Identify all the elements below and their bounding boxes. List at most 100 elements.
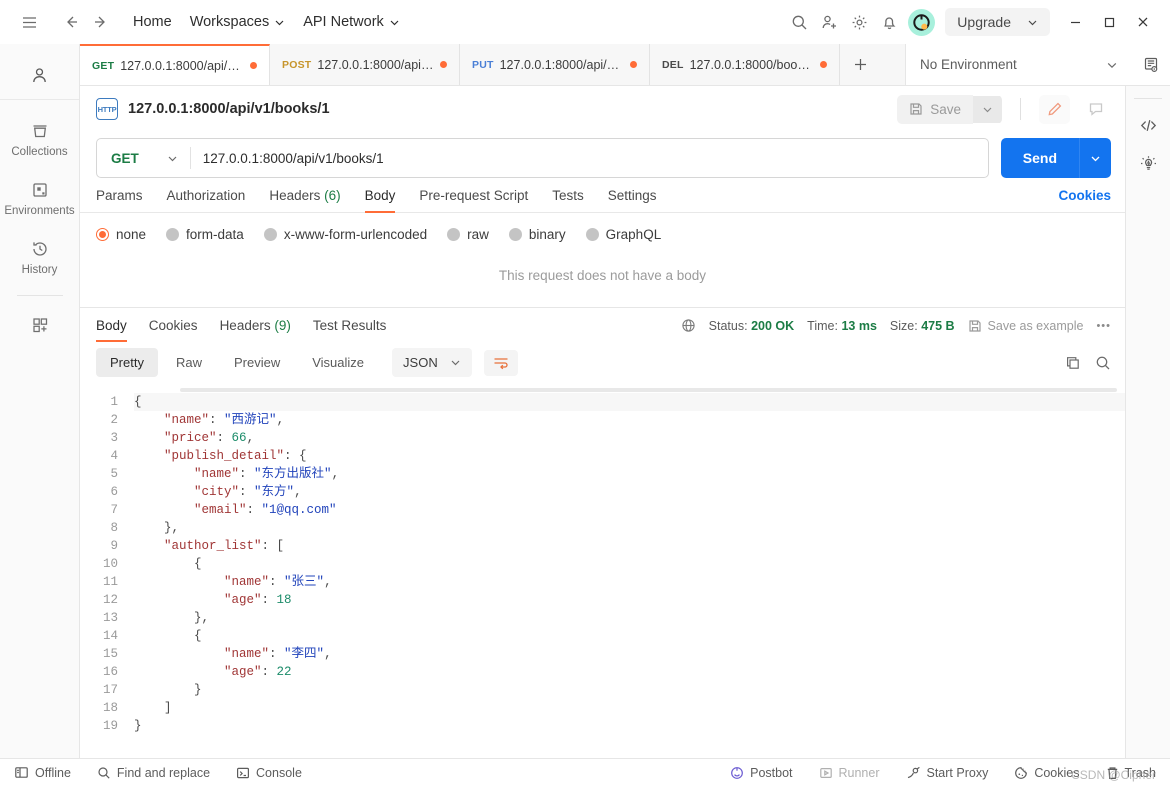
environment-quick-look-icon[interactable] [1132, 56, 1170, 74]
sidebar-item-new[interactable] [9, 306, 71, 342]
response-tab-cookies[interactable]: Cookies [149, 318, 198, 342]
edit-pencil-icon[interactable] [1039, 94, 1070, 124]
response-tab-body[interactable]: Body [96, 318, 127, 342]
radio-selected-icon [96, 228, 109, 241]
code-token: "publish_detail" [164, 449, 285, 463]
request-tab-3[interactable]: DEL 127.0.0.1:8000/books/7 [650, 44, 840, 85]
view-preview-button[interactable]: Preview [220, 348, 294, 377]
response-code-area[interactable]: { "name": "西游记", "price": 66, "publish_d… [126, 385, 1125, 758]
code-token: { [134, 395, 142, 409]
environment-selector[interactable]: No Environment [906, 57, 1132, 72]
response-tab-test-results[interactable]: Test Results [313, 318, 387, 342]
forward-arrow-icon[interactable] [86, 7, 116, 37]
url-input[interactable] [190, 150, 988, 166]
body-type-binary[interactable]: binary [508, 227, 566, 242]
nav-home[interactable]: Home [124, 9, 181, 35]
new-tab-button[interactable] [840, 44, 880, 85]
right-rail-divider [1134, 98, 1162, 99]
body-type-urlencoded[interactable]: x-www-form-urlencoded [263, 227, 427, 242]
response-more-button[interactable]: ••• [1096, 320, 1111, 332]
find-and-replace-button[interactable]: Find and replace [93, 763, 214, 783]
tab-headers-label: Headers [269, 188, 321, 203]
console-button[interactable]: Console [232, 763, 306, 783]
avatar[interactable] [908, 8, 936, 36]
response-format-selector[interactable]: JSON [392, 348, 472, 377]
response-tab-headers[interactable]: Headers (9) [220, 318, 291, 342]
body-type-form-data[interactable]: form-data [166, 227, 244, 242]
send-button[interactable]: Send [1000, 138, 1079, 178]
tab-pre-request-script[interactable]: Pre-request Script [419, 188, 528, 212]
line-number: 11 [102, 575, 118, 589]
request-section-tabs: Params Authorization Headers (6) Body Pr… [80, 178, 1125, 213]
method-selector[interactable]: GET [97, 151, 190, 166]
hamburger-menu-icon[interactable] [14, 7, 44, 37]
invite-user-icon[interactable] [814, 7, 844, 37]
trash-button[interactable]: Trash [1102, 763, 1161, 783]
save-button[interactable]: Save [897, 94, 973, 124]
upgrade-button[interactable]: Upgrade [945, 8, 1050, 36]
tab-authorization[interactable]: Authorization [167, 188, 246, 212]
search-icon[interactable] [784, 7, 814, 37]
tab-settings[interactable]: Settings [608, 188, 657, 212]
start-proxy-button[interactable]: Start Proxy [902, 763, 993, 783]
code-snippet-icon[interactable] [1132, 109, 1164, 141]
save-dropdown-button[interactable] [973, 95, 1002, 123]
response-pane: Body Cookies Headers (9) Test Results St… [80, 307, 1125, 758]
view-visualize-button[interactable]: Visualize [298, 348, 378, 377]
back-arrow-icon[interactable] [56, 7, 86, 37]
response-tab-headers-count: (9) [274, 318, 291, 333]
runner-button[interactable]: Runner [815, 763, 884, 783]
response-body-viewer[interactable]: 1 2 3 4 5 6 7 8 9 10 11 12 13 14 15 16 17 18 19 { "name": … [80, 385, 1125, 758]
search-icon[interactable] [1095, 355, 1111, 371]
sidebar-user-icon[interactable] [0, 52, 79, 100]
toggle-sidebar-button[interactable]: Offline [10, 762, 75, 783]
header-divider [1020, 98, 1021, 120]
nav-workspaces[interactable]: Workspaces [181, 9, 295, 35]
sidebar-item-history[interactable]: History [9, 230, 71, 283]
left-sidebar: Collections Environments History [0, 44, 80, 758]
comment-icon[interactable] [1080, 95, 1111, 124]
response-view-bar: Pretty Raw Preview Visualize JSON [80, 342, 1125, 385]
window-close-button[interactable] [1126, 7, 1160, 37]
send-dropdown-button[interactable] [1079, 138, 1111, 178]
copy-icon[interactable] [1065, 355, 1081, 371]
sidebar-item-collections[interactable]: Collections [9, 112, 71, 165]
request-tab-0[interactable]: GET 127.0.0.1:8000/api/v1/b [80, 44, 270, 85]
nav-api-network[interactable]: API Network [294, 9, 409, 35]
code-line: "name": "李四", [134, 645, 1125, 663]
code-token: : [239, 467, 255, 481]
horizontal-scrollbar[interactable] [180, 388, 1117, 392]
notifications-bell-icon[interactable] [874, 7, 904, 37]
window-maximize-button[interactable] [1092, 7, 1126, 37]
body-type-none[interactable]: none [96, 227, 146, 242]
window-minimize-button[interactable] [1058, 7, 1092, 37]
body-type-raw[interactable]: raw [447, 227, 489, 242]
status-bar-right: Postbot Runner Start Proxy Cookies Trash [726, 763, 1160, 783]
code-lines: { "name": "西游记", "price": 66, "publish_d… [134, 393, 1125, 735]
code-token: "西游记" [224, 413, 277, 427]
globe-icon[interactable] [681, 318, 696, 333]
save-as-example-button[interactable]: Save as example [968, 318, 1084, 333]
request-cookies-link[interactable]: Cookies [1058, 188, 1111, 212]
tab-params[interactable]: Params [96, 188, 143, 212]
gear-icon[interactable] [844, 7, 874, 37]
request-tab-1-method: POST [282, 58, 312, 71]
body-type-graphql[interactable]: GraphQL [585, 227, 661, 242]
code-token: { [134, 557, 202, 571]
tab-body[interactable]: Body [364, 188, 395, 213]
response-size: Size: 475 B [890, 319, 955, 333]
tab-headers[interactable]: Headers (6) [269, 188, 340, 212]
view-pretty-button[interactable]: Pretty [96, 348, 158, 377]
postbot-button[interactable]: Postbot [726, 763, 796, 783]
request-tab-1[interactable]: POST 127.0.0.1:8000/api/v1/ [270, 44, 460, 85]
tab-tests[interactable]: Tests [552, 188, 584, 212]
chevron-down-icon [168, 156, 177, 161]
save-as-example-label: Save as example [987, 318, 1084, 333]
request-tab-2-method: PUT [472, 58, 494, 71]
view-raw-button[interactable]: Raw [162, 348, 216, 377]
lightbulb-icon[interactable] [1132, 147, 1164, 179]
wrap-lines-icon[interactable] [483, 349, 518, 376]
sidebar-item-environments[interactable]: Environments [4, 171, 75, 224]
cookies-button[interactable]: Cookies [1010, 763, 1083, 783]
request-tab-2[interactable]: PUT 127.0.0.1:8000/api/v1/b [460, 44, 650, 85]
